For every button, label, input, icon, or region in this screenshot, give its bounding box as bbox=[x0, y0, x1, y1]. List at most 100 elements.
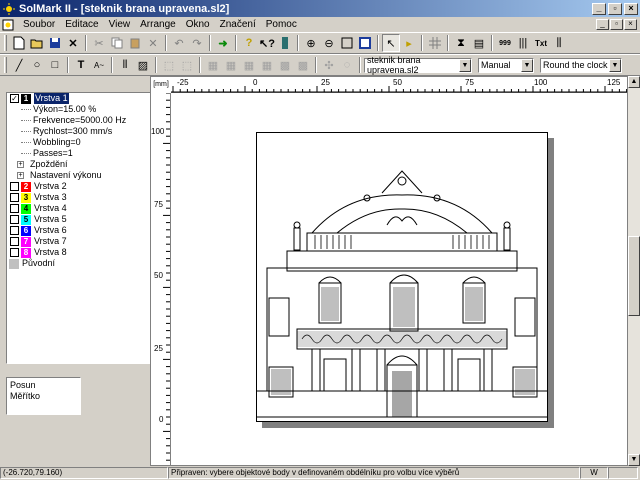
align-left-icon[interactable]: ▦ bbox=[204, 56, 222, 74]
layer-checkbox[interactable] bbox=[10, 215, 19, 224]
layer-property[interactable]: + Nastavení výkonu bbox=[7, 170, 167, 181]
close-doc-icon[interactable]: ✕ bbox=[64, 34, 82, 52]
hatch-icon[interactable]: ⧗ bbox=[452, 34, 470, 52]
cut-icon[interactable]: ✂ bbox=[90, 34, 108, 52]
posun-label[interactable]: Posun bbox=[10, 380, 77, 391]
layer-row[interactable]: 5 Vrstva 5 bbox=[7, 214, 167, 225]
layer-label[interactable]: Vrstva 8 bbox=[34, 247, 67, 258]
mdi-close-button[interactable]: × bbox=[624, 19, 637, 30]
menu-soubor[interactable]: Soubor bbox=[18, 18, 60, 32]
vertical-scrollbar[interactable]: ▲ ▼ bbox=[628, 76, 640, 466]
bitmap-tool-icon[interactable]: ⦀ bbox=[116, 56, 134, 74]
undo-icon[interactable]: ↶ bbox=[170, 34, 188, 52]
minimize-button[interactable]: _ bbox=[592, 2, 606, 15]
rotate-icon[interactable]: ✣ bbox=[320, 56, 338, 74]
layer-label[interactable]: Vrstva 2 bbox=[34, 181, 67, 192]
delete-icon[interactable]: ✕ bbox=[144, 34, 162, 52]
layer-property[interactable]: Wobbling=0 bbox=[7, 137, 167, 148]
direction-combo[interactable]: Round the clock ▼ bbox=[540, 57, 622, 73]
chevron-down-icon[interactable]: ▼ bbox=[609, 58, 621, 72]
to-back-icon[interactable]: ▩ bbox=[294, 56, 312, 74]
scroll-down-icon[interactable]: ▼ bbox=[628, 454, 640, 466]
copy-icon[interactable] bbox=[108, 34, 126, 52]
layer-label[interactable]: Vrstva 7 bbox=[34, 236, 67, 247]
group-icon[interactable]: ⬚ bbox=[160, 56, 178, 74]
mode-combo[interactable]: Manual ▼ bbox=[478, 57, 534, 73]
layer-label[interactable]: Vrstva 4 bbox=[34, 203, 67, 214]
node-select-icon[interactable]: ▸ bbox=[400, 34, 418, 52]
document-icon[interactable] bbox=[2, 19, 16, 31]
layer-property[interactable]: + Zpoždění bbox=[7, 159, 167, 170]
to-front-icon[interactable]: ▩ bbox=[276, 56, 294, 74]
scroll-up-icon[interactable]: ▲ bbox=[628, 76, 640, 88]
layer-row[interactable]: 8 Vrstva 8 bbox=[7, 247, 167, 258]
layer-label[interactable]: Vrstva 3 bbox=[34, 192, 67, 203]
text-tool-icon[interactable]: T bbox=[72, 56, 90, 74]
menu-pomoc[interactable]: Pomoc bbox=[261, 18, 302, 32]
expand-icon[interactable]: + bbox=[17, 161, 24, 168]
curve-text-icon[interactable]: A~ bbox=[90, 56, 108, 74]
layer-checkbox[interactable] bbox=[10, 182, 19, 191]
layer-label[interactable]: Vrstva 5 bbox=[34, 214, 67, 225]
laser-icon[interactable] bbox=[276, 34, 294, 52]
new-file-icon[interactable] bbox=[10, 34, 28, 52]
context-help-icon[interactable]: ↖? bbox=[258, 34, 276, 52]
layer-checkbox[interactable]: ✓ bbox=[10, 94, 19, 103]
properties-icon[interactable]: ▤ bbox=[470, 34, 488, 52]
zoom-page-icon[interactable] bbox=[338, 34, 356, 52]
layer-checkbox[interactable] bbox=[10, 193, 19, 202]
align-top-icon[interactable]: ▦ bbox=[240, 56, 258, 74]
open-folder-icon[interactable] bbox=[28, 34, 46, 52]
layer-checkbox[interactable] bbox=[10, 248, 19, 257]
paste-icon[interactable] bbox=[126, 34, 144, 52]
mdi-restore-button[interactable]: ▫ bbox=[610, 19, 623, 30]
scroll-thumb[interactable] bbox=[628, 236, 640, 316]
line-tool-icon[interactable]: ╱ bbox=[10, 56, 28, 74]
zoom-in-icon[interactable]: ⊕ bbox=[302, 34, 320, 52]
image-tool-icon[interactable]: ▨ bbox=[134, 56, 152, 74]
zoom-fit-icon[interactable] bbox=[356, 34, 374, 52]
layer-property[interactable]: Rychlost=300 mm/s bbox=[7, 126, 167, 137]
drawing-canvas[interactable]: [mm] -25 0 25 50 75 100 125 100 75 50 25… bbox=[150, 76, 628, 466]
columns-icon[interactable]: ⫼ bbox=[550, 34, 568, 52]
layer-property[interactable]: Frekvence=5000.00 Hz bbox=[7, 115, 167, 126]
layer-row[interactable]: 2 Vrstva 2 bbox=[7, 181, 167, 192]
layer-row[interactable]: ✓ 1 Vrstva 1 bbox=[7, 93, 167, 104]
ungroup-icon[interactable]: ⬚ bbox=[178, 56, 196, 74]
chevron-down-icon[interactable]: ▼ bbox=[521, 58, 533, 72]
align-right-icon[interactable]: ▦ bbox=[222, 56, 240, 74]
layer-row[interactable]: 6 Vrstva 6 bbox=[7, 225, 167, 236]
layer-checkbox[interactable] bbox=[10, 237, 19, 246]
menu-znaceni[interactable]: Značení bbox=[215, 18, 261, 32]
layer-label[interactable]: Vrstva 6 bbox=[34, 225, 67, 236]
building-facade-drawing[interactable] bbox=[257, 133, 547, 421]
zoom-out-icon[interactable]: ⊖ bbox=[320, 34, 338, 52]
close-button[interactable]: × bbox=[624, 2, 638, 15]
chevron-down-icon[interactable]: ▼ bbox=[459, 58, 471, 72]
mirror-icon[interactable]: ◌ bbox=[338, 56, 356, 74]
layer-row[interactable]: 4 Vrstva 4 bbox=[7, 203, 167, 214]
text-icon[interactable]: Txt bbox=[532, 34, 550, 52]
meritko-label[interactable]: Měřítko bbox=[10, 391, 77, 402]
redo-icon[interactable]: ↷ bbox=[188, 34, 206, 52]
layer-row[interactable]: 7 Vrstva 7 bbox=[7, 236, 167, 247]
serial-number-icon[interactable]: 999 bbox=[496, 34, 514, 52]
layer-checkbox[interactable] bbox=[10, 204, 19, 213]
mdi-minimize-button[interactable]: _ bbox=[596, 19, 609, 30]
menu-view[interactable]: View bbox=[104, 18, 136, 32]
layer-label[interactable]: Vrstva 1 bbox=[34, 93, 69, 104]
select-arrow-icon[interactable]: ↖ bbox=[382, 34, 400, 52]
expand-icon[interactable]: + bbox=[17, 172, 24, 179]
maximize-button[interactable]: ▫ bbox=[608, 2, 622, 15]
menu-arrange[interactable]: Arrange bbox=[135, 18, 181, 32]
grid-icon[interactable] bbox=[426, 34, 444, 52]
menu-okno[interactable]: Okno bbox=[181, 18, 215, 32]
ellipse-tool-icon[interactable]: ○ bbox=[28, 56, 46, 74]
barcode-icon[interactable]: ||| bbox=[514, 34, 532, 52]
layer-row[interactable]: 3 Vrstva 3 bbox=[7, 192, 167, 203]
save-icon[interactable] bbox=[46, 34, 64, 52]
original-layer-row[interactable]: Původní bbox=[7, 258, 167, 269]
file-select-combo[interactable]: steknik brana upravena.sl2 ▼ bbox=[364, 55, 472, 75]
rectangle-tool-icon[interactable]: □ bbox=[46, 56, 64, 74]
menu-editace[interactable]: Editace bbox=[60, 18, 103, 32]
